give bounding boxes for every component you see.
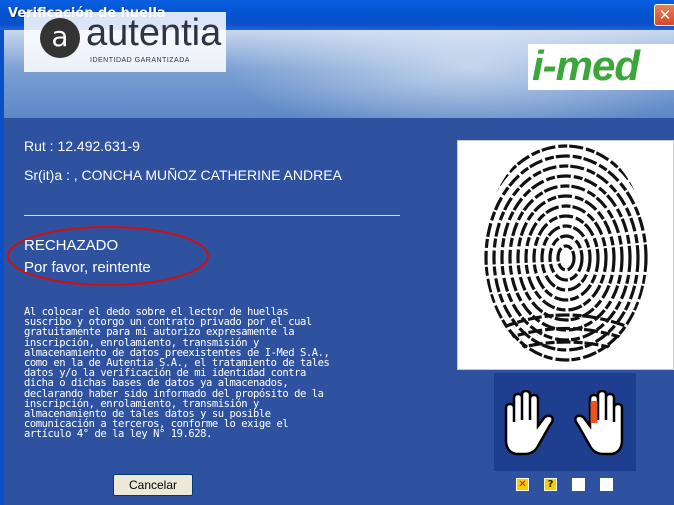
empty-box[interactable] <box>572 478 585 491</box>
status-message: Por favor, reintente <box>24 259 151 276</box>
status-result: RECHAZADO <box>24 237 119 254</box>
close-button[interactable]: ✕ <box>654 4 674 26</box>
question-mark-icon[interactable]: ? <box>544 478 557 491</box>
status-highlight-ellipse <box>7 226 209 286</box>
imed-logo: i-med <box>532 42 640 89</box>
empty-box[interactable] <box>600 478 613 491</box>
autentia-tagline: IDENTIDAD GARANTIZADA <box>90 57 190 64</box>
autentia-logo-text: autentia <box>86 12 222 54</box>
right-hand-icon[interactable] <box>570 390 630 456</box>
rut-label: Rut : 12.492.631-9 <box>24 138 140 154</box>
fingerprint-image <box>484 140 648 364</box>
consent-text: Al colocar el dedo sobre el lector de hu… <box>24 306 330 441</box>
patient-name-label: Sr(it)a : , CONCHA MUÑOZ CATHERINE ANDRE… <box>24 167 342 183</box>
x-mark-icon[interactable]: ✕ <box>516 478 529 491</box>
left-hand-icon[interactable] <box>498 390 558 456</box>
autentia-logo-icon: a <box>40 18 80 58</box>
divider-line <box>24 215 400 216</box>
cancel-button[interactable]: Cancelar <box>113 474 193 496</box>
